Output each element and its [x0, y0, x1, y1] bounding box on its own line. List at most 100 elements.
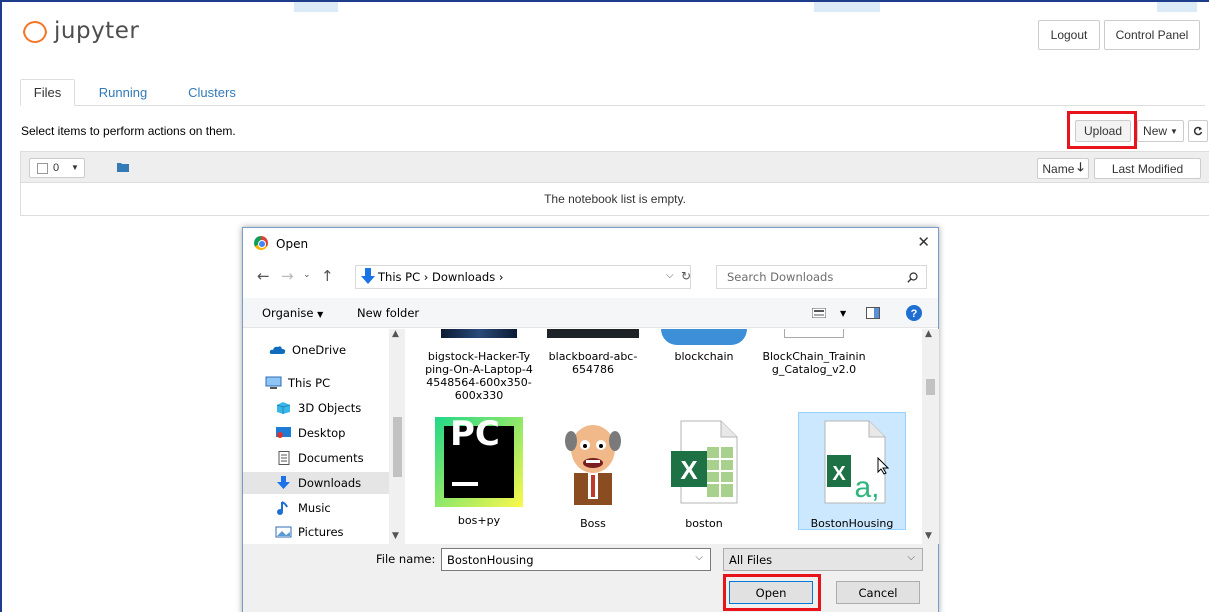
- sort-name-button[interactable]: Name 🡓: [1037, 158, 1089, 179]
- select-all-checkbox[interactable]: [37, 163, 48, 174]
- file-name-label: File name:: [376, 552, 436, 566]
- address-path: This PC › Downloads ›: [378, 270, 504, 284]
- up-arrow-icon[interactable]: ↑: [321, 267, 334, 285]
- logout-button[interactable]: Logout: [1038, 20, 1100, 50]
- file-item[interactable]: X boston: [650, 417, 758, 530]
- chevron-down-icon: ⌵: [907, 552, 915, 563]
- address-bar[interactable]: This PC › Downloads › ⌵ ↻: [355, 265, 691, 289]
- document-icon: [278, 451, 290, 465]
- new-folder-button[interactable]: New folder: [357, 306, 419, 320]
- desktop-icon: [276, 427, 291, 438]
- help-icon[interactable]: ?: [906, 305, 922, 324]
- jupyter-logo-icon: [22, 20, 48, 43]
- address-dropdown-icon[interactable]: ⌵: [666, 270, 674, 281]
- caret-down-icon[interactable]: ▼: [840, 309, 846, 318]
- tab-bar: Files Running Clusters: [20, 79, 1205, 106]
- tab-running[interactable]: Running: [90, 79, 156, 106]
- image-thumbnail: [547, 329, 639, 338]
- jupyter-logo[interactable]: jupyter: [22, 18, 139, 44]
- organise-menu[interactable]: Organise ▼: [262, 306, 323, 320]
- select-all-dropdown[interactable]: 0 ▼: [29, 158, 85, 178]
- file-item[interactable]: BlockChain_Training_Catalog_v2.0: [760, 329, 868, 376]
- caret-down-icon: ▼: [317, 310, 324, 319]
- nav-item-onedrive[interactable]: OneDrive: [269, 339, 403, 361]
- dialog-title-bar[interactable]: Open ✕: [243, 228, 938, 260]
- scroll-up-icon[interactable]: ▲: [392, 329, 399, 339]
- cancel-button[interactable]: Cancel: [836, 581, 920, 604]
- scroll-up-icon[interactable]: ▲: [925, 329, 932, 339]
- tab-clusters[interactable]: Clusters: [178, 79, 246, 106]
- nav-scroll-thumb[interactable]: [393, 417, 402, 477]
- sort-last-modified-button[interactable]: Last Modified: [1094, 158, 1201, 179]
- svg-text:a,: a,: [854, 471, 879, 504]
- file-name: BostonHousing: [810, 517, 894, 530]
- search-downloads-input[interactable]: Search Downloads: [716, 265, 927, 289]
- view-options-icon[interactable]: [811, 307, 827, 321]
- nav-scrollbar[interactable]: ▲ ▼: [389, 329, 405, 544]
- file-name-input[interactable]: BostonHousing ⌵: [441, 548, 711, 571]
- nav-item-this-pc[interactable]: This PC: [265, 372, 399, 394]
- svg-text:X: X: [680, 455, 698, 485]
- chevron-down-icon[interactable]: ⌵: [695, 552, 703, 563]
- new-dropdown-button[interactable]: New ▼: [1137, 120, 1184, 142]
- nav-item-music[interactable]: Music: [275, 497, 405, 519]
- nav-item-downloads[interactable]: Downloads: [243, 472, 389, 494]
- file-type-select[interactable]: All Files ⌵: [723, 548, 923, 571]
- arrow-down-icon: 🡓: [1077, 160, 1084, 174]
- search-placeholder: Search Downloads: [727, 270, 834, 284]
- file-pane: bigstock-Hacker-Typing-On-A-Laptop-44548…: [405, 329, 939, 544]
- nav-item-pictures[interactable]: Pictures: [275, 521, 405, 543]
- file-item-selected[interactable]: X a, BostonHousing: [798, 412, 906, 530]
- open-file-dialog: Open ✕ ← → ⌄ ↑ This PC › Downloads › ⌵ ↻…: [242, 227, 939, 612]
- download-icon: [277, 476, 290, 489]
- file-item[interactable]: blackboard-abc-654786: [539, 329, 647, 376]
- dialog-title: Open: [276, 237, 309, 251]
- nav-label: Downloads: [298, 476, 362, 490]
- refresh-icon[interactable]: ↻: [681, 269, 691, 283]
- folder-icon[interactable]: [117, 162, 129, 172]
- notebook-list-header: 0 ▼ Name 🡓 Last Modified: [20, 151, 1209, 183]
- file-scroll-thumb[interactable]: [926, 379, 935, 395]
- preview-pane-icon[interactable]: [866, 307, 880, 322]
- organise-label: Organise: [262, 306, 314, 320]
- file-name: blackboard-abc-654786: [548, 350, 638, 376]
- file-name: bos+py: [457, 514, 501, 527]
- file-name: boston: [685, 517, 723, 530]
- back-arrow-icon[interactable]: ←: [257, 267, 270, 285]
- document-icon: [784, 329, 844, 338]
- nav-label: Documents: [298, 451, 364, 465]
- nav-label: Desktop: [298, 426, 346, 440]
- close-icon[interactable]: ✕: [917, 233, 930, 251]
- file-type-value: All Files: [729, 553, 773, 567]
- file-item[interactable]: PC bos+py: [425, 417, 533, 530]
- control-panel-button[interactable]: Control Panel: [1104, 20, 1200, 50]
- nav-item-documents[interactable]: Documents: [275, 447, 405, 469]
- mouse-cursor-icon: [877, 457, 889, 475]
- svg-text:X: X: [832, 463, 846, 485]
- music-icon: [277, 501, 288, 515]
- refresh-icon: [1193, 126, 1203, 136]
- scroll-down-icon[interactable]: ▼: [925, 531, 932, 541]
- nav-item-desktop[interactable]: Desktop: [275, 422, 405, 444]
- file-item[interactable]: bigstock-Hacker-Typing-On-A-Laptop-44548…: [425, 329, 533, 402]
- image-thumbnail: [661, 329, 747, 345]
- downloads-arrow-icon: [361, 268, 375, 284]
- file-item[interactable]: blockchain: [650, 329, 758, 363]
- file-item[interactable]: Boss: [539, 417, 647, 530]
- nav-label: Pictures: [298, 525, 344, 539]
- recent-chevron-icon[interactable]: ⌄: [303, 270, 311, 280]
- scroll-down-icon[interactable]: ▼: [392, 531, 399, 541]
- empty-list-message: The notebook list is empty.: [20, 182, 1209, 216]
- top-strip: [814, 2, 880, 12]
- navigation-pane: OneDrive This PC 3D Objects Desktop Docu…: [243, 329, 405, 544]
- new-label: New: [1143, 124, 1168, 138]
- file-scrollbar[interactable]: ▲ ▼: [922, 329, 939, 544]
- pycharm-icon: PC: [435, 417, 523, 507]
- select-hint: Select items to perform actions on them.: [21, 124, 236, 138]
- forward-arrow-icon[interactable]: →: [281, 267, 294, 285]
- refresh-button[interactable]: [1188, 120, 1208, 142]
- tab-files[interactable]: Files: [20, 79, 75, 106]
- nav-item-3d-objects[interactable]: 3D Objects: [275, 397, 405, 419]
- file-name-value: BostonHousing: [447, 553, 534, 567]
- sort-name-label: Name: [1042, 161, 1075, 176]
